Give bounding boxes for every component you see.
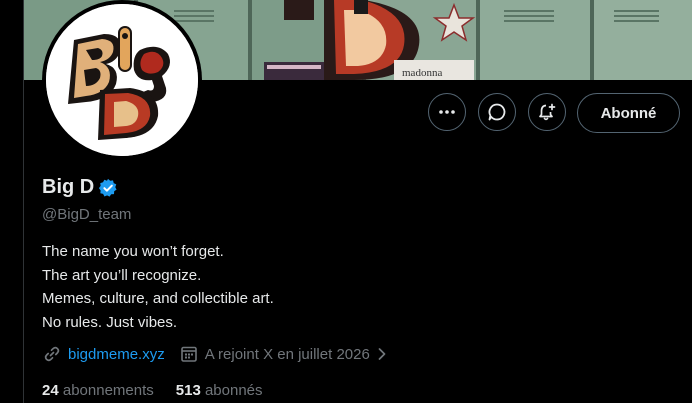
user-handle: @BigD_team bbox=[42, 206, 132, 223]
website-link[interactable]: bigdmeme.xyz bbox=[68, 346, 165, 363]
message-button[interactable] bbox=[478, 93, 516, 131]
left-rail-divider bbox=[0, 0, 24, 403]
followers-count-link[interactable]: 513 abonnés bbox=[176, 382, 263, 399]
profile-meta-row: bigdmeme.xyz A rejoint X en juillet 2026 bbox=[42, 344, 390, 364]
joined-date: A rejoint X en juillet 2026 bbox=[204, 345, 370, 363]
verified-badge-icon[interactable] bbox=[98, 178, 118, 198]
profile-page: madonna Abonné Big D @BigD_team The name… bbox=[0, 0, 692, 403]
following-count: 24 bbox=[42, 382, 59, 399]
big-d-logo-icon bbox=[46, 4, 198, 156]
message-bubble-icon bbox=[488, 103, 506, 121]
following-button[interactable]: Abonné bbox=[577, 93, 680, 133]
profile-bio: The name you won’t forget. The art you’l… bbox=[42, 240, 274, 334]
notify-button[interactable] bbox=[528, 93, 566, 131]
website-item: bigdmeme.xyz bbox=[42, 344, 165, 364]
ellipsis-icon bbox=[439, 110, 455, 114]
follow-counts-row: 24 abonnements 513 abonnés bbox=[42, 382, 263, 399]
following-count-link[interactable]: 24 abonnements bbox=[42, 382, 154, 399]
followers-label: abonnés bbox=[204, 382, 263, 399]
link-icon bbox=[44, 346, 60, 362]
avatar[interactable] bbox=[42, 0, 202, 160]
display-name-row: Big D bbox=[42, 176, 118, 199]
bio-line: The name you won’t forget. bbox=[42, 243, 224, 260]
display-name: Big D bbox=[42, 176, 95, 198]
followers-count: 513 bbox=[175, 382, 201, 399]
bio-line: The art you’ll recognize. bbox=[42, 266, 202, 284]
banner-sticker-text: madonna bbox=[402, 67, 442, 79]
joined-item: A rejoint X en juillet 2026 bbox=[179, 344, 390, 364]
more-options-button[interactable] bbox=[428, 93, 466, 131]
bio-line: No rules. Just vibes. bbox=[42, 313, 178, 331]
calendar-icon bbox=[180, 346, 197, 362]
bell-plus-icon bbox=[539, 103, 556, 121]
bio-line: Memes, culture, and collectible art. bbox=[42, 290, 274, 307]
chevron-right-icon[interactable] bbox=[374, 346, 390, 362]
avatar-image bbox=[46, 4, 198, 156]
following-label: abonnements bbox=[62, 382, 154, 399]
